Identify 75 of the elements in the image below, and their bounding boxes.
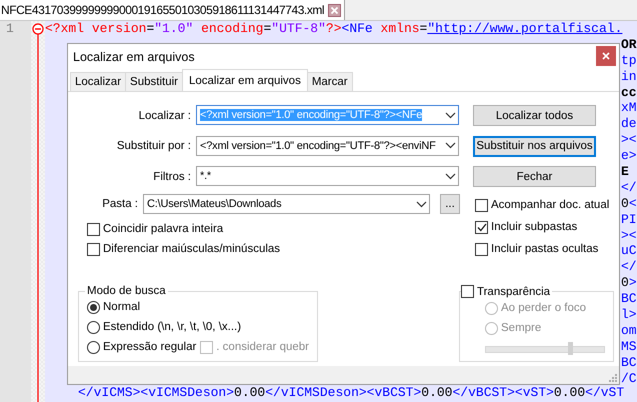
slider-thumb[interactable] bbox=[568, 342, 573, 355]
radio-button[interactable] bbox=[485, 302, 498, 314]
code-line: >< bbox=[621, 228, 637, 244]
code-line: 0> bbox=[621, 275, 637, 292]
code-line: /C bbox=[621, 370, 637, 386]
browse-button[interactable]: ... bbox=[440, 194, 460, 214]
tab[interactable]: Marcar bbox=[306, 72, 353, 91]
checkbox-label: Transparência bbox=[477, 286, 550, 298]
radio-button[interactable] bbox=[87, 340, 100, 354]
code-line: </ bbox=[621, 259, 637, 276]
radio-label: Normal bbox=[103, 301, 140, 313]
check-icon bbox=[476, 222, 486, 232]
checkbox-label: Incluir pastas ocultas bbox=[491, 243, 598, 255]
caret-icon bbox=[445, 142, 456, 149]
code-line: E bbox=[621, 164, 629, 180]
code-line: </vICMS><vICMSDeson>0.00</vICMSDeson><vBCST>0.00</vBCST><vST>0.00</vST bbox=[78, 386, 624, 400]
code-line: </ bbox=[621, 180, 637, 196]
checkbox[interactable] bbox=[475, 198, 488, 212]
resize-grip-icon[interactable] bbox=[608, 373, 617, 382]
code-line: uC bbox=[621, 243, 637, 260]
caret-icon bbox=[445, 172, 456, 180]
checkbox[interactable] bbox=[475, 242, 488, 256]
combo-box[interactable]: *.* bbox=[196, 166, 459, 186]
code-line: tp bbox=[621, 52, 637, 69]
code-line: PI bbox=[621, 212, 637, 228]
close-button[interactable] bbox=[596, 46, 616, 66]
code-line: >< bbox=[621, 132, 637, 148]
field-label: Pasta : bbox=[101, 198, 138, 210]
combo-box[interactable]: <?xml version="1.0" encoding="UTF-8"?><enviNF bbox=[196, 136, 459, 156]
code-line: l> bbox=[621, 307, 637, 323]
code-line: MS bbox=[621, 338, 637, 355]
checkbox[interactable] bbox=[475, 220, 488, 234]
radio-label: Ao perder o foco bbox=[501, 302, 586, 314]
code-line: cc bbox=[621, 84, 637, 100]
code-line: OR bbox=[621, 36, 637, 53]
checkbox[interactable] bbox=[461, 285, 474, 298]
line-number: 1 bbox=[6, 21, 15, 37]
field-label: Filtros : bbox=[152, 170, 191, 182]
radio-label: Estendido (\n, \r, \t, \0, \x...) bbox=[103, 321, 242, 333]
action-button[interactable]: Fechar bbox=[473, 166, 596, 187]
dialog-title: Localizar em arquivos bbox=[73, 50, 195, 64]
caret-icon bbox=[445, 112, 456, 118]
code-line: om bbox=[621, 322, 637, 339]
checkbox-label: Acompanhar doc. atual bbox=[491, 199, 610, 211]
tab[interactable]: Localizar bbox=[70, 72, 126, 91]
field-label: Localizar : bbox=[138, 110, 191, 122]
checkbox-label: Coincidir palavra inteira bbox=[103, 223, 224, 235]
checkbox[interactable] bbox=[87, 242, 100, 256]
checkbox-label: Diferenciar maiúsculas/minúsculas bbox=[103, 243, 280, 255]
radio-button[interactable] bbox=[87, 300, 100, 314]
radio-button[interactable] bbox=[87, 320, 100, 334]
action-button[interactable]: Localizar todos bbox=[473, 105, 596, 126]
code-line: BC bbox=[621, 291, 637, 308]
file-tab[interactable]: NFCE43170399999999000191655010305918611131447743.xml bbox=[0, 0, 346, 20]
code-line: BC bbox=[621, 354, 637, 371]
code-line: <?xml version="1.0" encoding="UTF-8"?><NFe xmlns="http://www.portalfiscal. bbox=[45, 21, 622, 37]
action-button[interactable]: Substituir nos arquivos bbox=[473, 136, 596, 156]
tab[interactable]: Substituir bbox=[125, 72, 183, 91]
code-line: 0< bbox=[621, 196, 637, 212]
close-icon bbox=[602, 52, 610, 60]
field-label: Substituir por : bbox=[116, 140, 191, 152]
checkbox[interactable] bbox=[87, 222, 100, 236]
code-line: de bbox=[621, 116, 637, 132]
radio-label: Sempre bbox=[501, 322, 542, 334]
close-icon[interactable] bbox=[328, 4, 342, 16]
code-line: in bbox=[621, 68, 637, 85]
group-title: Modo de busca bbox=[86, 285, 167, 297]
checkbox-label: Incluir subpastas bbox=[491, 221, 578, 233]
code-line: xM bbox=[621, 100, 637, 116]
code-line: e> bbox=[621, 148, 637, 164]
radio-label: Expressão regular bbox=[103, 341, 196, 353]
combo-box[interactable]: C:\Users\Mateus\Downloads bbox=[143, 194, 430, 214]
caret-icon bbox=[416, 200, 427, 208]
checkbox-label: . considerar quebr bbox=[216, 341, 309, 353]
radio-button[interactable] bbox=[485, 322, 498, 334]
